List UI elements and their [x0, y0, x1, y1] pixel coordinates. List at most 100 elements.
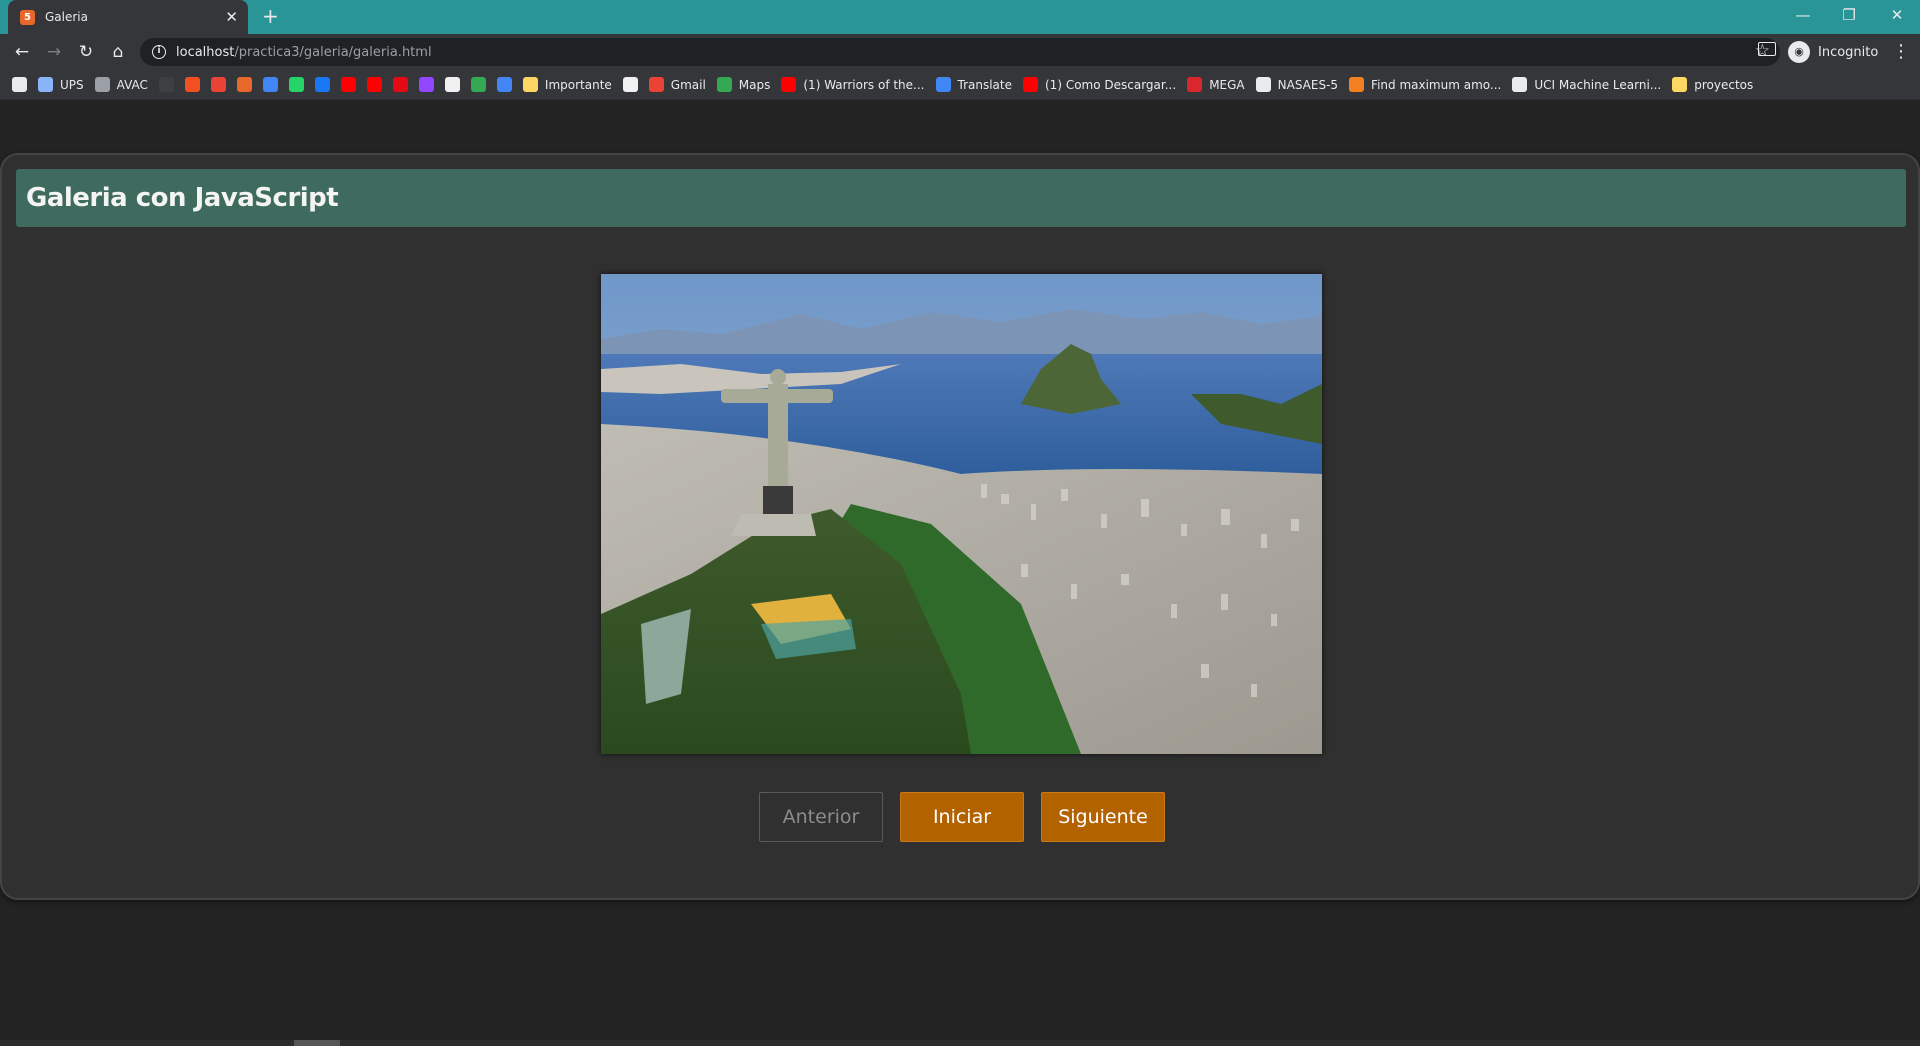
- cast-icon[interactable]: [1758, 42, 1776, 56]
- bookmark-office[interactable]: [236, 77, 252, 92]
- home-button[interactable]: ⌂: [106, 40, 130, 64]
- bookmark-mega[interactable]: MEGA: [1187, 77, 1245, 92]
- bookmark-importante[interactable]: Importante: [522, 77, 612, 92]
- info-icon[interactable]: i: [152, 45, 166, 59]
- bookmark-label: UPS: [60, 77, 84, 92]
- stack-icon: [1349, 77, 1365, 92]
- minimize-button[interactable]: —: [1780, 0, 1826, 30]
- close-window-button[interactable]: ✕: [1874, 0, 1920, 30]
- bookmark-apps-grid[interactable]: [12, 77, 27, 92]
- incognito-indicator[interactable]: ◉ Incognito: [1788, 39, 1878, 65]
- bookmarks-bar: UPS AVAC Importante Gmail Maps (1) Warriors o…: [0, 70, 1920, 100]
- bookmark-maps[interactable]: Maps: [716, 77, 771, 92]
- bookmark-twitch[interactable]: [418, 77, 434, 92]
- bookmark-google[interactable]: [622, 77, 638, 92]
- bookmark-netflix[interactable]: [392, 77, 408, 92]
- forward-button[interactable]: →: [42, 40, 66, 64]
- bookmark-label: Gmail: [670, 77, 706, 92]
- bookmark-label: Maps: [738, 77, 771, 92]
- folder-icon: [1672, 77, 1688, 92]
- translate-icon: [496, 77, 512, 92]
- youtube-icon: [340, 77, 356, 92]
- google-icon: [622, 77, 638, 92]
- bookmark-label: AVAC: [116, 77, 148, 92]
- globe-icon: [1255, 77, 1271, 92]
- youtube-icon: [781, 77, 797, 92]
- amazon-icon: [444, 77, 460, 92]
- iniciar-button[interactable]: Iniciar: [900, 792, 1024, 842]
- gallery-image-graphic: [601, 274, 1322, 754]
- gallery-controls: Anterior Iniciar Siguiente: [759, 792, 1165, 842]
- bookmark-outlook[interactable]: [262, 77, 278, 92]
- bookmark-uci-machine-learni[interactable]: UCI Machine Learni...: [1512, 77, 1661, 92]
- anterior-button[interactable]: Anterior: [759, 792, 883, 842]
- bookmark-nasaes-5[interactable]: NASAES-5: [1255, 77, 1339, 92]
- maps-pin-icon: [716, 77, 732, 92]
- bookmark-gmail[interactable]: Gmail: [648, 77, 706, 92]
- bookmark-label: Translate: [957, 77, 1013, 92]
- bookmark-github[interactable]: [158, 77, 174, 92]
- bookmark-translate[interactable]: [496, 77, 512, 92]
- bookmark-facebook[interactable]: [314, 77, 330, 92]
- siguiente-button[interactable]: Siguiente: [1041, 792, 1165, 842]
- restore-button[interactable]: ❐: [1826, 0, 1872, 30]
- scrollbar-thumb[interactable]: [294, 1040, 340, 1046]
- html5-icon: 5: [20, 9, 35, 25]
- horizontal-scrollbar[interactable]: [0, 1040, 1920, 1046]
- page-header: Galeria con JavaScript: [16, 169, 1906, 227]
- incognito-icon: ◉: [1788, 41, 1810, 63]
- apps-grid-icon: [12, 77, 27, 92]
- bookmark-1-como-descargar[interactable]: (1) Como Descargar...: [1023, 77, 1176, 92]
- bookmark-find-maximum-amo[interactable]: Find maximum amo...: [1349, 77, 1501, 92]
- browser-toolbar: ← → ↻ ⌂ i localhost/practica3/galeria/ga…: [0, 34, 1920, 70]
- maps-pin-icon: [470, 77, 486, 92]
- bookmark-whatsapp[interactable]: [288, 77, 304, 92]
- bookmark-proyectos[interactable]: proyectos: [1672, 77, 1753, 92]
- folder-icon: [522, 77, 538, 92]
- page-title: Galeria con JavaScript: [26, 183, 339, 213]
- bookmark-amazon[interactable]: [444, 77, 460, 92]
- globe-icon: [1512, 77, 1528, 92]
- outlook-icon: [262, 77, 278, 92]
- bookmark-label: UCI Machine Learni...: [1534, 77, 1662, 92]
- tab-strip: 5 Galeria ✕ + — ❐ ✕: [0, 0, 1920, 34]
- bookmark-label: (1) Como Descargar...: [1045, 77, 1177, 92]
- bookmark-1-warriors-of-the[interactable]: (1) Warriors of the...: [781, 77, 925, 92]
- bookmark-maps-pin[interactable]: [470, 77, 486, 92]
- bookmark-ups[interactable]: UPS: [38, 77, 84, 92]
- gallery-image: [601, 274, 1322, 754]
- address-bar[interactable]: i localhost/practica3/galeria/galeria.ht…: [140, 38, 1780, 66]
- ups-icon: [38, 77, 53, 92]
- page-viewport: Galeria con JavaScript Anterior Iniciar …: [0, 101, 1920, 1046]
- microsoft-icon: [184, 77, 200, 92]
- url-text[interactable]: localhost/practica3/galeria/galeria.html: [176, 45, 432, 60]
- bookmark-gmail[interactable]: [210, 77, 226, 92]
- bookmark-youtube-music[interactable]: [366, 77, 382, 92]
- bookmark-label: MEGA: [1209, 77, 1245, 92]
- gallery-card: Galeria con JavaScript Anterior Iniciar …: [0, 153, 1920, 900]
- close-icon[interactable]: ✕: [225, 8, 238, 26]
- bookmark-label: NASAES-5: [1277, 77, 1339, 92]
- new-tab-button[interactable]: +: [262, 6, 279, 26]
- bookmark-microsoft[interactable]: [184, 77, 200, 92]
- twitch-icon: [418, 77, 434, 92]
- whatsapp-icon: [288, 77, 304, 92]
- mega-icon: [1187, 77, 1203, 92]
- bookmark-label: Find maximum amo...: [1371, 77, 1502, 92]
- bookmark-label: Importante: [544, 77, 612, 92]
- menu-icon[interactable]: ⋮: [1892, 40, 1910, 64]
- avac-icon: [94, 77, 110, 92]
- reload-button[interactable]: ↻: [74, 40, 98, 64]
- bookmark-avac[interactable]: AVAC: [94, 77, 148, 92]
- bookmark-translate[interactable]: Translate: [935, 77, 1013, 92]
- bookmark-label: (1) Warriors of the...: [803, 77, 925, 92]
- facebook-icon: [314, 77, 330, 92]
- netflix-icon: [392, 77, 408, 92]
- youtube-icon: [1023, 77, 1038, 92]
- back-button[interactable]: ←: [10, 40, 34, 64]
- youtube-music-icon: [366, 77, 382, 92]
- office-icon: [236, 77, 252, 92]
- bookmark-youtube[interactable]: [340, 77, 356, 92]
- tab-galeria[interactable]: 5 Galeria ✕: [8, 0, 248, 34]
- tab-title: Galeria: [45, 10, 88, 24]
